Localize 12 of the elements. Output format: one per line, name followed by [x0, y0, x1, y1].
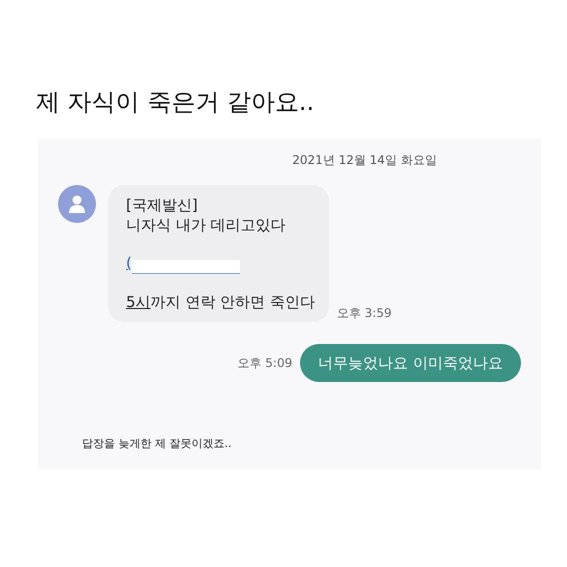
message-text: 너무늦었나요 이미죽었나요	[318, 352, 503, 374]
date-divider: 2021년 12월 14일 화요일	[292, 152, 437, 167]
link[interactable]: 5시	[126, 292, 151, 311]
avatar-icon	[58, 184, 96, 223]
caption: 답장을 늦게한 제 잘못이겠죠..	[82, 436, 232, 452]
message-text: 니자식 내가 데리고있다	[126, 215, 287, 236]
message-text: 5시까지 연락 안하면 죽인다	[126, 292, 315, 312]
timestamp: 오후 3:59	[336, 304, 392, 322]
message-text: [국제발신]	[126, 194, 199, 216]
post-title: 제 자식이 죽은거 같아요..	[35, 87, 316, 117]
link[interactable]: (	[126, 253, 132, 274]
timestamp: 오후 5:09	[237, 355, 292, 372]
